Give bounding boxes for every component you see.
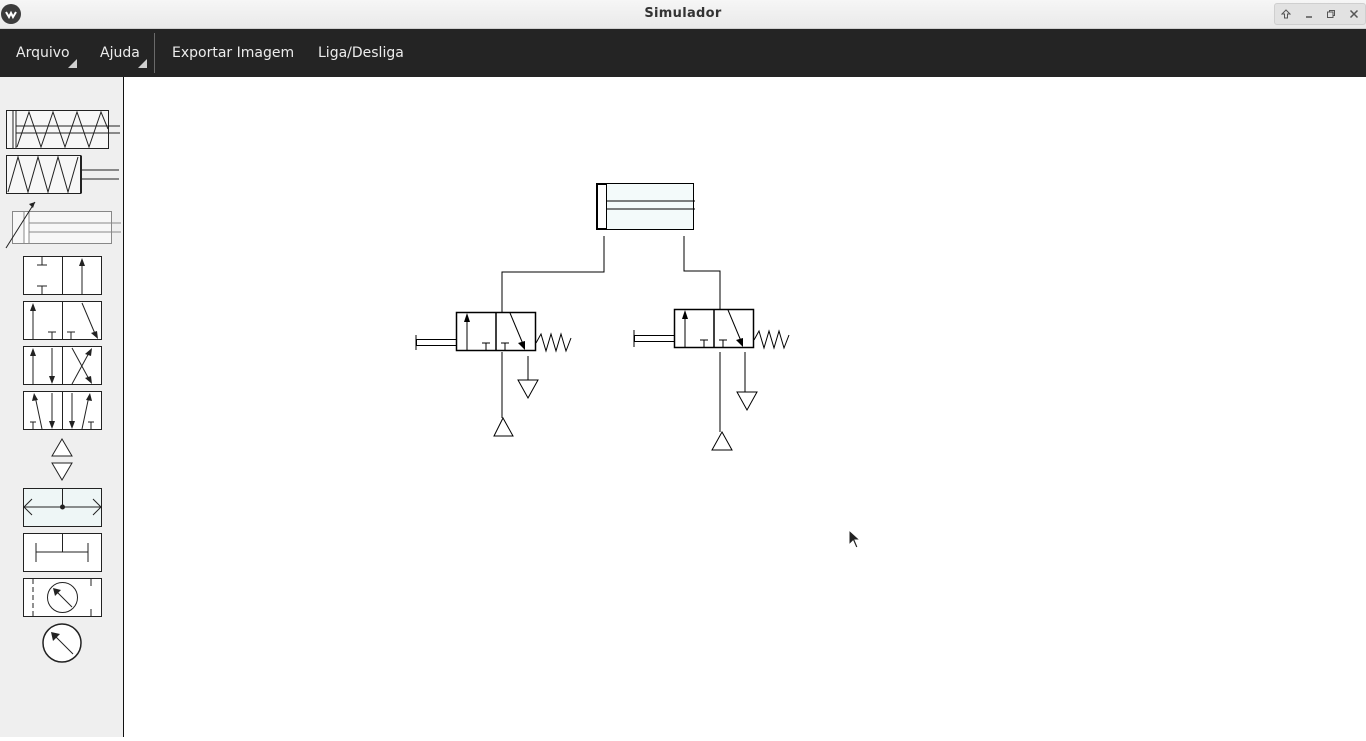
menu-bar: Arquivo Ajuda Exportar Imagem Liga/Desli…: [0, 29, 1366, 77]
window-title: Simulador: [644, 6, 722, 21]
menu-arquivo[interactable]: Arquivo: [16, 29, 70, 77]
menu-exportar-imagem[interactable]: Exportar Imagem: [172, 29, 294, 77]
pneumatic-circuit[interactable]: [125, 77, 1366, 737]
valve-3-2-icon[interactable]: [22, 300, 104, 342]
valve-2-2-icon[interactable]: [22, 255, 104, 297]
valve-3-2-left[interactable]: [415, 311, 572, 353]
menu-liga-desliga[interactable]: Liga/Desliga: [318, 29, 404, 77]
single-acting-cylinder-spring-icon[interactable]: [5, 109, 121, 151]
mouse-cursor-icon: [848, 529, 862, 549]
adjustable-cylinder-icon[interactable]: [3, 199, 123, 251]
keep-above-icon[interactable]: [1278, 6, 1294, 22]
drawing-canvas[interactable]: [125, 77, 1366, 737]
dropdown-indicator-icon: [138, 59, 147, 68]
pressure-source-right[interactable]: [711, 430, 733, 451]
menu-separator: [154, 33, 155, 73]
title-bar: Simulador: [0, 0, 1366, 29]
exhaust-icon[interactable]: [50, 461, 74, 483]
component-palette: [0, 77, 124, 737]
valve-5-2-icon[interactable]: [22, 390, 104, 432]
exhaust-right[interactable]: [736, 391, 758, 412]
dropdown-indicator-icon: [68, 59, 77, 68]
maximize-icon[interactable]: [1323, 6, 1339, 22]
valve-3-2-right[interactable]: [633, 308, 790, 350]
flow-connector-icon[interactable]: [22, 487, 104, 529]
pressure-source-icon[interactable]: [50, 437, 74, 459]
pressure-gauge-block-icon[interactable]: [22, 577, 104, 619]
pressure-source-left[interactable]: [493, 416, 514, 437]
minimize-icon[interactable]: [1301, 6, 1317, 22]
double-acting-cylinder[interactable]: [596, 183, 696, 230]
pressure-gauge-icon[interactable]: [40, 621, 84, 665]
exhaust-left[interactable]: [517, 379, 539, 400]
single-acting-cylinder-spring-rod-icon[interactable]: [5, 154, 121, 196]
window-controls: [1274, 3, 1366, 25]
menu-ajuda[interactable]: Ajuda: [100, 29, 140, 77]
close-icon[interactable]: [1346, 6, 1362, 22]
valve-4-2-icon[interactable]: [22, 345, 104, 387]
pipe-junction-icon[interactable]: [22, 532, 104, 574]
